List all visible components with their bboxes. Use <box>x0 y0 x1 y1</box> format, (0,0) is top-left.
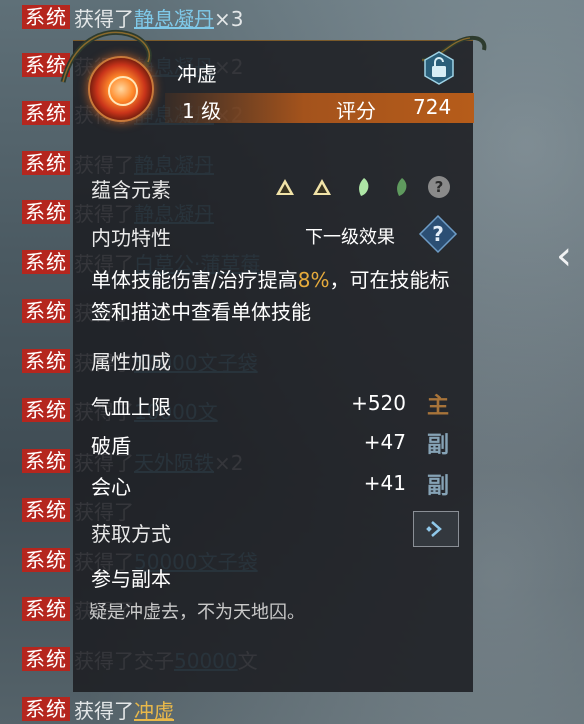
svg-text:?: ? <box>432 222 444 246</box>
system-tag: 系统 <box>22 548 70 572</box>
trait-description: 单体技能伤害/治疗提高8%，可在技能标签和描述中查看单体技能 <box>91 264 463 328</box>
attr-section-label: 属性加成 <box>91 350 171 374</box>
attr-name: 破盾 <box>91 434 131 458</box>
attr-main-tag: 主 <box>427 394 450 419</box>
system-tag: 系统 <box>22 200 70 224</box>
attr-value: +47 <box>363 430 406 454</box>
system-tag: 系统 <box>22 101 70 125</box>
attr-value: +520 <box>351 391 406 415</box>
chat-item-link[interactable]: 冲虚 <box>134 699 174 723</box>
system-tag: 系统 <box>22 498 70 522</box>
attr-name: 会心 <box>91 475 131 499</box>
chat-text: 获得了冲虚 <box>74 695 174 724</box>
triangle-icon <box>313 179 331 195</box>
attr-sub-tag: 副 <box>427 433 450 458</box>
level-text: 1 级 <box>182 99 222 123</box>
leaf-icon <box>359 178 369 196</box>
elements-label: 蕴含元素 <box>91 178 171 202</box>
skill-emblem-icon <box>88 56 154 122</box>
chat-line: 系统 获得了冲虚 <box>22 695 174 724</box>
system-tag: 系统 <box>22 697 70 721</box>
attr-value: +41 <box>363 471 406 495</box>
desc-text: 单体技能伤害/治疗提高 <box>91 268 298 292</box>
acquire-source: 参与副本 <box>91 567 171 591</box>
score-label: 评分 <box>336 99 376 123</box>
tooltip-title: 冲虚 <box>177 62 217 86</box>
help-icon[interactable]: ? <box>428 176 450 198</box>
acquire-button[interactable] <box>413 511 459 547</box>
system-tag: 系统 <box>22 597 70 621</box>
unlock-icon[interactable] <box>421 50 457 86</box>
next-level-label: 下一级效果 <box>305 227 395 248</box>
trait-label: 内功特性 <box>91 226 171 250</box>
attr-sub-tag: 副 <box>427 474 450 499</box>
chat-prefix: 获得了 <box>74 698 134 723</box>
chevron-right-icon <box>426 521 442 537</box>
system-tag: 系统 <box>22 449 70 473</box>
desc-percent: 8% <box>297 268 330 292</box>
acquire-label: 获取方式 <box>91 522 171 546</box>
system-tag: 系统 <box>22 349 70 373</box>
system-tag: 系统 <box>22 151 70 175</box>
system-tag: 系统 <box>22 647 70 671</box>
system-tag: 系统 <box>22 250 70 274</box>
flavor-text: 疑是冲虚去，不为天地囚。 <box>89 602 305 623</box>
system-tag: 系统 <box>22 299 70 323</box>
next-level-help-icon[interactable]: ? <box>418 214 458 254</box>
leaf-icon <box>397 178 407 196</box>
triangle-icon <box>276 179 294 195</box>
system-tag: 系统 <box>22 398 70 422</box>
attr-name: 气血上限 <box>91 395 171 419</box>
chat-count: ×3 <box>214 6 244 31</box>
score-value: 724 <box>413 95 452 119</box>
